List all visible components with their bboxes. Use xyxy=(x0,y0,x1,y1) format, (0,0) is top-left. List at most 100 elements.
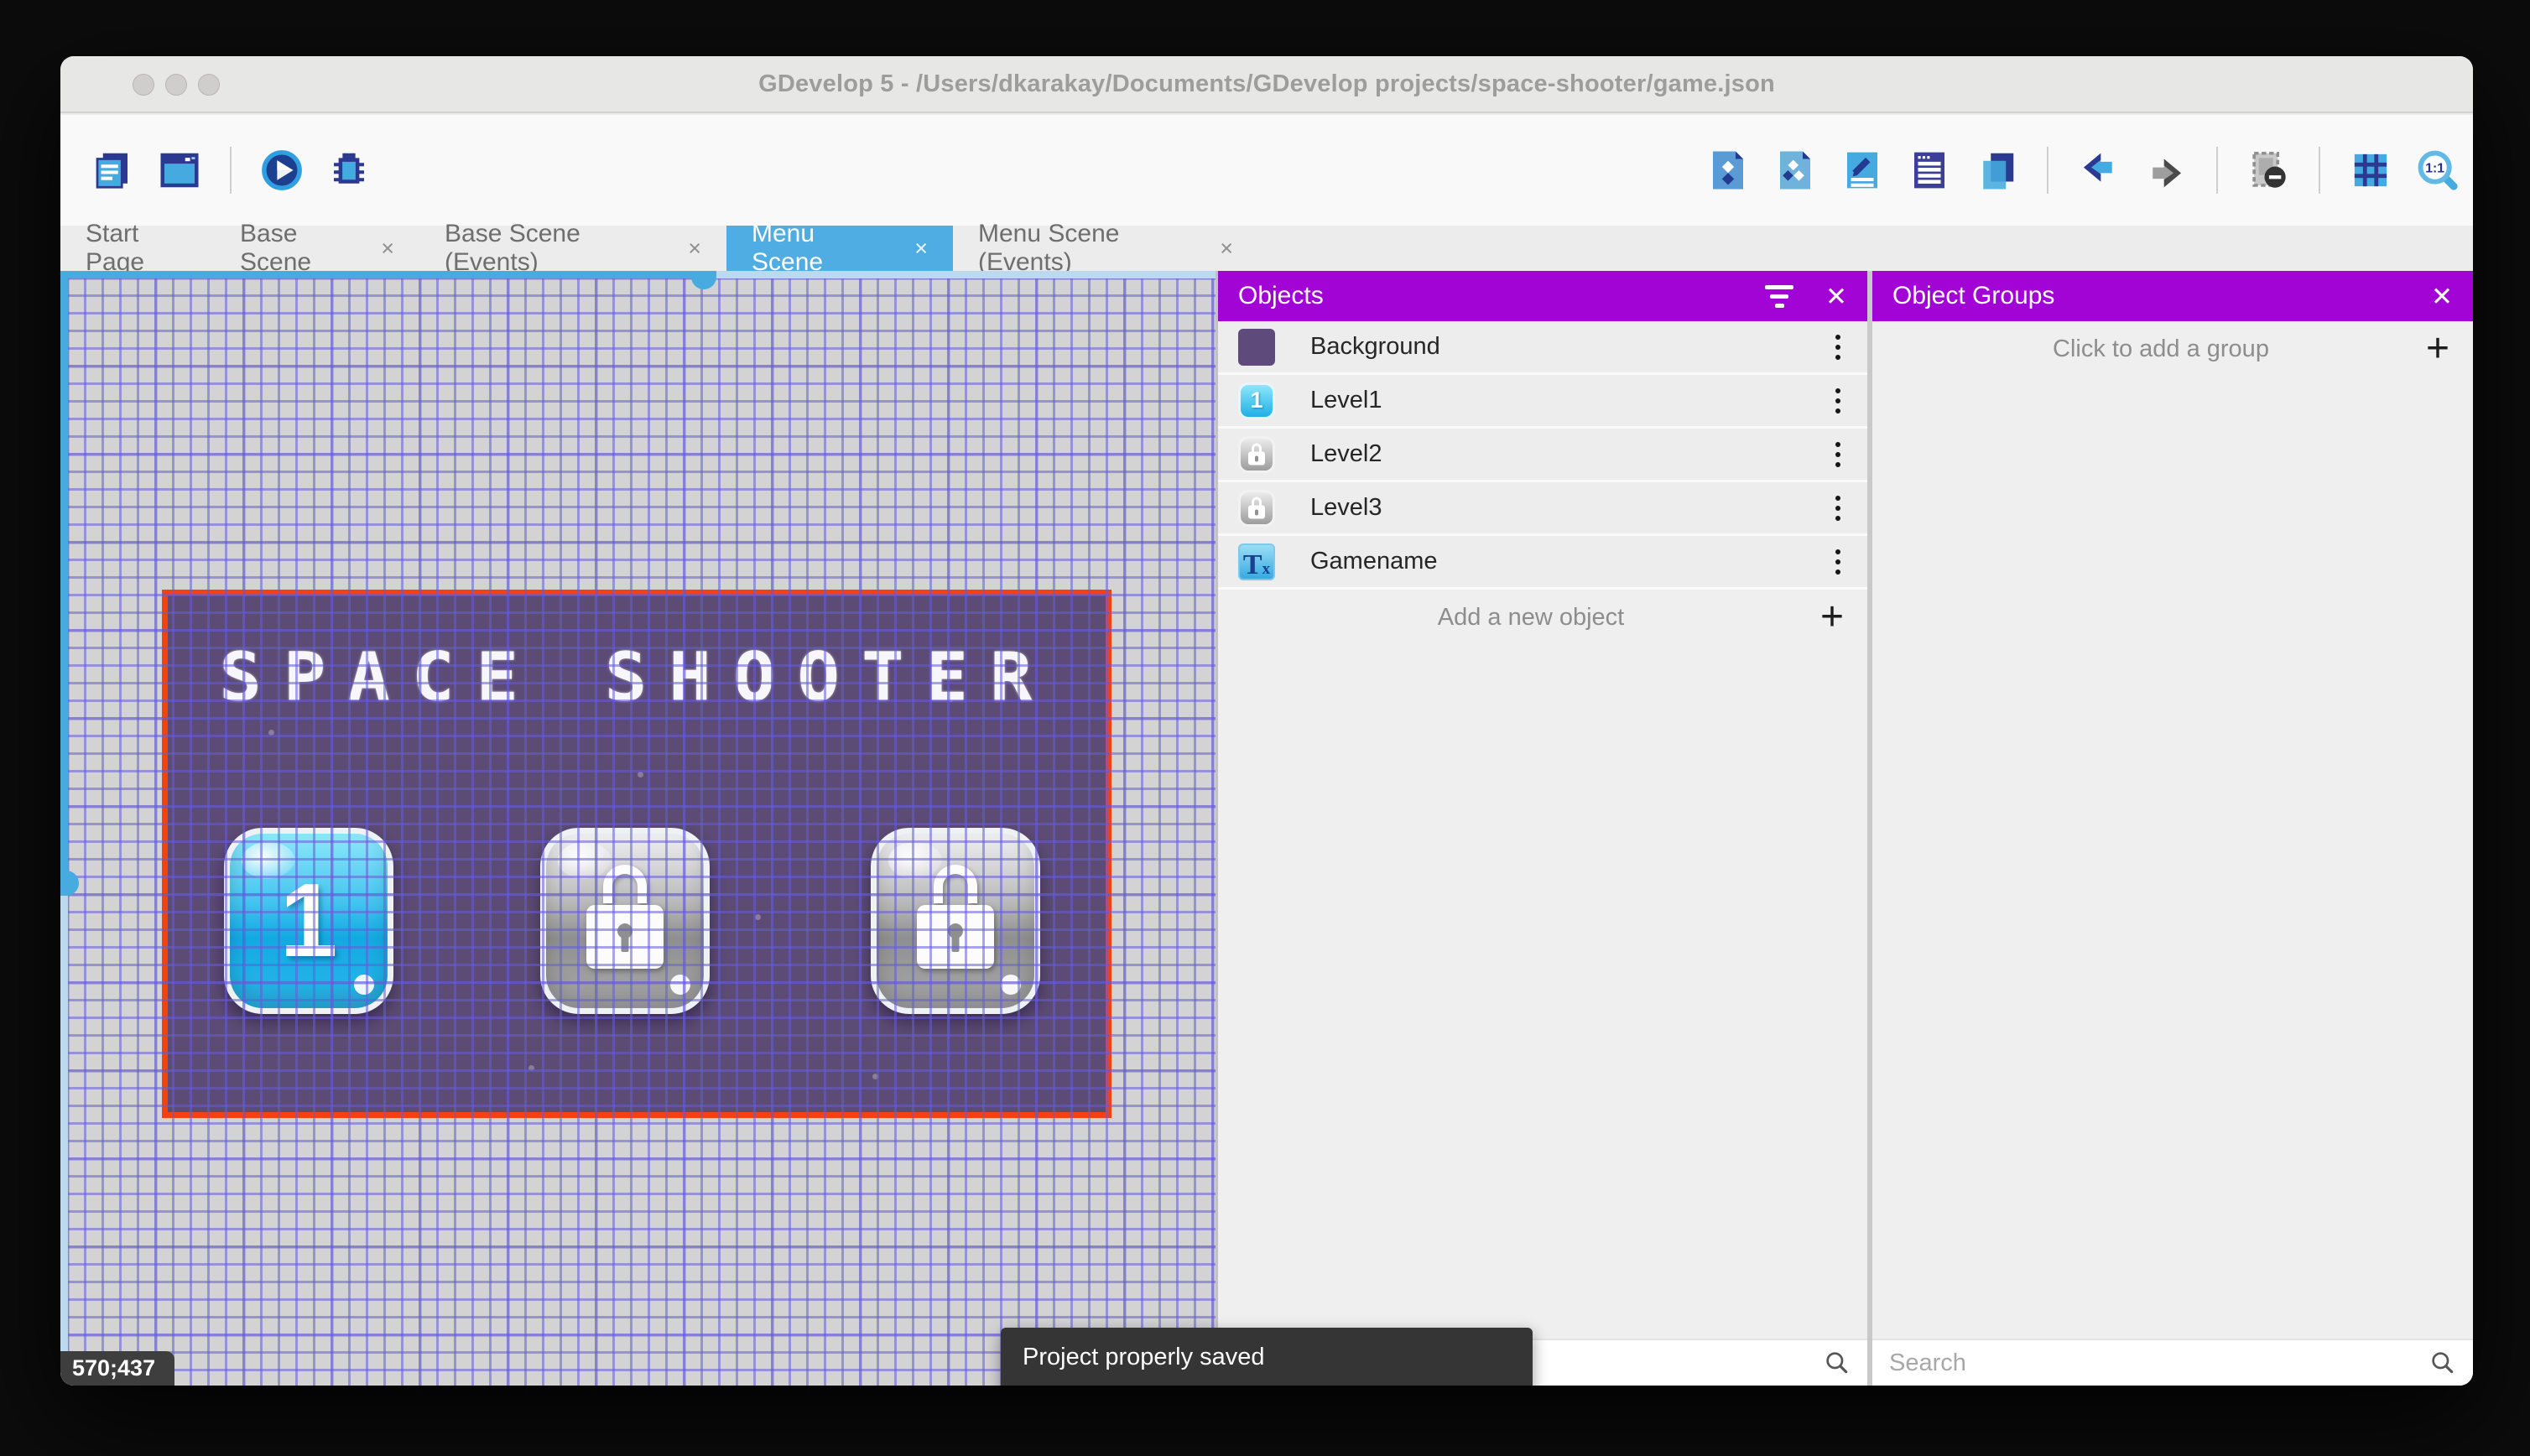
close-window-button[interactable] xyxy=(133,74,154,96)
plus-icon[interactable]: + xyxy=(2426,329,2449,369)
zoom-1-1-icon[interactable]: 1:1 xyxy=(2414,147,2461,194)
cursor-coordinates: 570;437 xyxy=(60,1351,174,1386)
object-name: Level2 xyxy=(1310,440,1382,467)
tab-menu-scene-events[interactable]: Menu Scene (Events) × xyxy=(953,220,1258,276)
vertical-scrollbar[interactable] xyxy=(60,271,79,1386)
objects-panel: Objects ✕ Background 1 Level1 Level2 Lev… xyxy=(1218,271,1867,1386)
object-name: Background xyxy=(1310,333,1440,360)
lock-icon xyxy=(917,865,994,970)
tab-base-scene-events[interactable]: Base Scene (Events) × xyxy=(419,220,726,276)
object-groups-panel-title: Object Groups xyxy=(1892,282,2055,309)
lock-icon xyxy=(586,865,664,970)
scene-canvas[interactable]: SPACE SHOOTER 1 570;437 xyxy=(60,271,1216,1386)
object-name: Level1 xyxy=(1310,387,1382,413)
tab-label: Base Scene xyxy=(240,220,312,276)
toolbar-divider xyxy=(2216,147,2218,194)
close-tab-icon[interactable]: × xyxy=(914,237,928,260)
toolbar-right-group: 1:1 xyxy=(1705,147,2461,194)
level2-thumbnail xyxy=(1238,435,1275,473)
plus-icon[interactable]: + xyxy=(1820,597,1844,637)
close-icon[interactable]: ✕ xyxy=(1825,283,1847,309)
tab-bar: Start Page Base Scene × Base Scene (Even… xyxy=(60,220,2473,276)
objects-panel-header: Objects ✕ xyxy=(1218,271,1867,321)
tab-menu-scene[interactable]: Menu Scene × xyxy=(726,220,953,276)
title-bar: GDevelop 5 - /Users/dkarakay/Documents/G… xyxy=(60,56,2473,113)
objects-editor-icon[interactable] xyxy=(1705,147,1752,194)
zoom-window-button[interactable] xyxy=(198,74,220,96)
scene-title-text[interactable]: SPACE SHOOTER xyxy=(168,637,1106,716)
tab-label: Base Scene (Events) xyxy=(445,220,580,276)
window-title: GDevelop 5 - /Users/dkarakay/Documents/G… xyxy=(758,70,1775,97)
project-manager-icon[interactable] xyxy=(89,147,136,194)
toolbar-divider xyxy=(2047,147,2048,194)
gamename-thumbnail: Tx xyxy=(1238,543,1275,580)
level2-button-instance[interactable] xyxy=(540,828,710,1014)
redo-icon[interactable] xyxy=(2142,147,2189,194)
traffic-lights xyxy=(133,74,220,96)
add-object-label: Add a new object xyxy=(1437,603,1625,631)
close-tab-icon[interactable]: × xyxy=(1220,237,1233,260)
level3-thumbnail xyxy=(1238,489,1275,527)
object-row-background[interactable]: Background xyxy=(1218,321,1867,375)
toolbar-left-group xyxy=(89,147,372,194)
gloss-dot xyxy=(670,975,690,995)
object-row-level2[interactable]: Level2 xyxy=(1218,429,1867,482)
close-tab-icon[interactable]: × xyxy=(381,237,394,260)
tab-base-scene[interactable]: Base Scene × xyxy=(215,220,419,276)
object-menu-icon[interactable] xyxy=(1832,383,1844,419)
tab-label: Menu Scene (Events) xyxy=(978,220,1120,276)
horizontal-scrollbar-thumb[interactable] xyxy=(691,271,716,289)
instances-mask-icon[interactable] xyxy=(2245,147,2292,194)
horizontal-scrollbar[interactable] xyxy=(60,271,1216,289)
level1-thumbnail: 1 xyxy=(1238,382,1275,419)
svg-text:1:1: 1:1 xyxy=(2425,161,2444,175)
object-row-gamename[interactable]: Tx Gamename xyxy=(1218,536,1867,590)
instances-list-icon[interactable] xyxy=(1906,147,1953,194)
object-groups-panel-header: Object Groups ✕ xyxy=(1872,271,2473,321)
scene-background-instance[interactable]: SPACE SHOOTER 1 xyxy=(168,595,1106,1112)
object-groups-icon[interactable] xyxy=(1772,147,1819,194)
vertical-scrollbar-thumb[interactable] xyxy=(60,871,79,896)
level3-button-instance[interactable] xyxy=(871,828,1040,1014)
object-menu-icon[interactable] xyxy=(1832,491,1844,526)
scene-editor-icon[interactable] xyxy=(156,147,203,194)
groups-search-bar xyxy=(1872,1339,2473,1386)
add-object-row[interactable]: Add a new object + xyxy=(1218,590,1867,645)
object-name: Gamename xyxy=(1310,548,1438,575)
tab-label: Start Page xyxy=(86,220,145,276)
layers-icon[interactable] xyxy=(1973,147,2020,194)
toolbar: 1:1 xyxy=(60,115,2473,226)
minimize-window-button[interactable] xyxy=(165,74,187,96)
grid-icon[interactable] xyxy=(2347,147,2394,194)
add-group-label: Click to add a group xyxy=(2053,335,2269,362)
toolbar-divider xyxy=(230,147,232,194)
close-tab-icon[interactable]: × xyxy=(688,237,701,260)
gloss-dot xyxy=(354,975,374,995)
search-icon xyxy=(2432,1352,2454,1374)
objects-panel-title: Objects xyxy=(1238,282,1324,309)
groups-search-input[interactable] xyxy=(1889,1349,2429,1377)
object-row-level3[interactable]: Level3 xyxy=(1218,482,1867,536)
object-name: Level3 xyxy=(1310,494,1382,521)
level1-button-instance[interactable]: 1 xyxy=(224,828,393,1014)
undo-icon[interactable] xyxy=(2075,147,2122,194)
tab-label: Menu Scene xyxy=(752,220,824,276)
play-icon[interactable] xyxy=(258,147,305,194)
save-toast: Project properly saved xyxy=(1001,1328,1533,1386)
close-icon[interactable]: ✕ xyxy=(2431,283,2453,309)
add-group-row[interactable]: Click to add a group + xyxy=(1872,321,2473,377)
filter-icon[interactable] xyxy=(1765,284,1794,308)
toolbar-divider xyxy=(2319,147,2320,194)
main-area: SPACE SHOOTER 1 570;437 Objects ✕ Backgr… xyxy=(60,271,2473,1386)
object-menu-icon[interactable] xyxy=(1832,437,1844,472)
object-row-level1[interactable]: 1 Level1 xyxy=(1218,375,1867,429)
properties-icon[interactable] xyxy=(1839,147,1886,194)
object-menu-icon[interactable] xyxy=(1832,544,1844,580)
gloss-dot xyxy=(1001,975,1021,995)
tab-start-page[interactable]: Start Page xyxy=(60,220,215,276)
search-icon xyxy=(1826,1352,1848,1374)
gdevelop-window: GDevelop 5 - /Users/dkarakay/Documents/G… xyxy=(60,56,2473,1386)
object-menu-icon[interactable] xyxy=(1832,330,1844,365)
debug-icon[interactable] xyxy=(325,147,372,194)
object-groups-panel: Object Groups ✕ Click to add a group + xyxy=(1872,271,2473,1386)
